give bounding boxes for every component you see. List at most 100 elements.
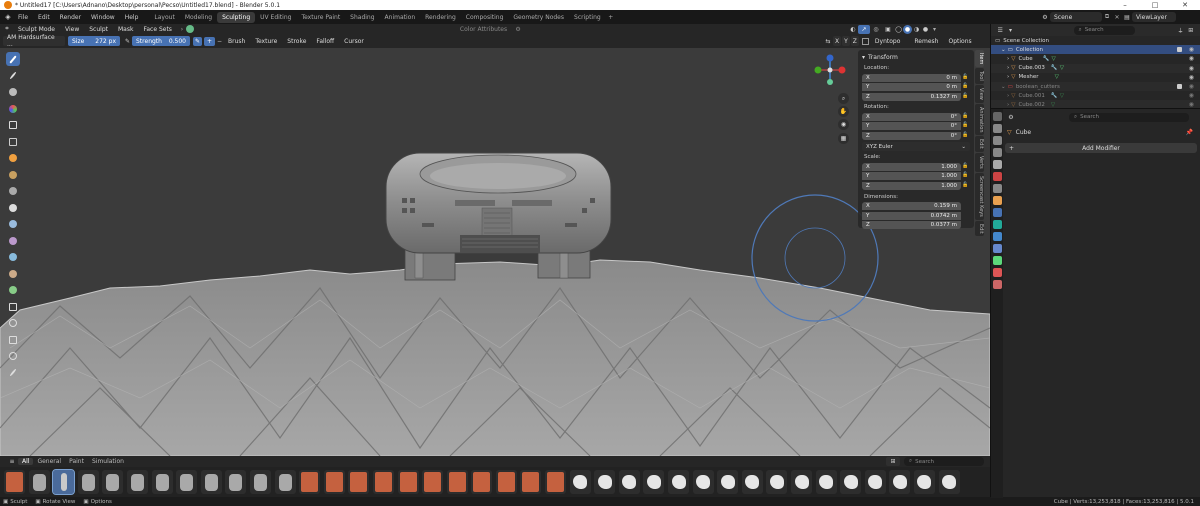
maximize-button[interactable]: □ (1140, 0, 1170, 10)
tab-edit[interactable]: Edit (975, 136, 984, 153)
brush-thumbnail[interactable] (176, 470, 198, 494)
tab-geometry-nodes[interactable]: Geometry Nodes (508, 12, 569, 23)
world-tab-icon[interactable] (992, 172, 1002, 181)
brush-thumbnail[interactable] (717, 470, 739, 494)
location-y-field[interactable]: Y 0 m (862, 83, 961, 92)
lock-icon[interactable]: 🔓 (961, 163, 970, 171)
perspective-toggle-icon[interactable]: ▦ (838, 133, 849, 144)
outliner-item-cube-003[interactable]: › ▽ Cube.003 🔧 ▽ ◉ (991, 63, 1200, 73)
brush-thumbnail[interactable] (840, 470, 862, 494)
lock-icon[interactable]: 🔓 (961, 122, 970, 130)
physics-tab-icon[interactable] (992, 232, 1002, 241)
material-shading-icon[interactable]: ◑ (912, 26, 921, 33)
brush-thumbnail[interactable] (348, 470, 370, 494)
mask-by-color-tool[interactable] (6, 250, 20, 264)
outliner-search-input[interactable]: ⌕ Search (1073, 25, 1136, 35)
location-z-field[interactable]: Z 0.1327 m (862, 92, 961, 101)
tab-screencast-keys[interactable]: Screencast Keys (975, 172, 984, 220)
brush-thumbnail[interactable] (446, 470, 468, 494)
tab-item[interactable]: Item (975, 50, 984, 68)
outliner-item-cube-001[interactable]: › ▽ Cube.001 🔧 ▽ ◉ (991, 91, 1200, 100)
brush-thumbnail[interactable] (815, 470, 837, 494)
brush-thumbnail[interactable] (151, 470, 173, 494)
lock-icon[interactable]: 🔓 (961, 132, 970, 140)
asset-search-input[interactable]: ⌕ Search (904, 457, 984, 466)
menu-help[interactable]: Help (120, 14, 144, 21)
blender-menu-icon[interactable]: ◈ (3, 13, 13, 21)
strength-field[interactable]: Strength 0.500 (132, 36, 190, 46)
brush-thumbnail[interactable] (397, 470, 419, 494)
cloth-filter-tool[interactable] (6, 201, 20, 215)
stroke-dropdown[interactable]: Stroke (283, 38, 310, 45)
brush-thumbnail[interactable] (741, 470, 763, 494)
new-collection-icon[interactable]: ⊞ (1186, 27, 1196, 34)
shelf-tab-all[interactable]: All (18, 458, 34, 465)
brush-thumbnail[interactable] (545, 470, 567, 494)
pin-icon[interactable]: 📌 (1186, 129, 1193, 136)
dimensions-y-field[interactable]: Y 0.0742 m (862, 211, 961, 220)
colorize-icon[interactable] (185, 25, 194, 33)
axis-z-toggle[interactable]: Z (850, 36, 859, 46)
brush-thumbnail[interactable] (249, 470, 271, 494)
menu-icon[interactable]: ≡ (6, 458, 18, 465)
symmetry-icon[interactable]: ⇆ (823, 38, 833, 45)
eye-icon[interactable]: ◉ (1189, 92, 1194, 99)
solid-shading-icon[interactable]: ● (903, 24, 912, 34)
brush-thumbnail[interactable] (938, 470, 960, 494)
edit-face-set-tool[interactable] (6, 234, 20, 248)
editor-type-icon[interactable]: ⚙ (1005, 114, 1017, 121)
pressure-strength-icon[interactable]: ✎ (193, 36, 202, 46)
lock-icon[interactable]: 🔓 (961, 93, 970, 101)
brush-thumbnail[interactable] (422, 470, 444, 494)
close-button[interactable]: ✕ (1170, 0, 1200, 10)
paint-tool[interactable] (6, 69, 20, 83)
pressure-size-icon[interactable]: ✎ (123, 38, 132, 45)
brush-thumbnail[interactable] (102, 470, 124, 494)
lock-icon[interactable]: 🔓 (961, 74, 970, 82)
filter-icon[interactable]: ⏚ (1175, 26, 1185, 35)
brush-thumbnail[interactable] (471, 470, 493, 494)
brush-thumbnail[interactable] (323, 470, 345, 494)
brush-thumbnail[interactable] (643, 470, 665, 494)
lock-icon[interactable]: 🔓 (961, 182, 970, 190)
editor-type-icon[interactable]: ☰ (995, 27, 1005, 34)
mask-tool[interactable] (6, 85, 20, 99)
options-dropdown[interactable]: Options (944, 38, 975, 45)
shelf-tab-simulation[interactable]: Simulation (88, 458, 128, 465)
color-filter-tool[interactable] (6, 217, 20, 231)
brush-thumbnail[interactable] (668, 470, 690, 494)
eye-icon[interactable]: ◉ (1189, 55, 1194, 62)
brush-thumbnail[interactable] (864, 470, 886, 494)
rotation-z-field[interactable]: Z 0° (862, 131, 961, 140)
scene-collection-row[interactable]: ▭ Scene Collection (991, 36, 1200, 45)
tab-shading[interactable]: Shading (345, 12, 379, 23)
brush-thumbnail[interactable] (77, 470, 99, 494)
color-attributes-dropdown[interactable]: Color Attributes (456, 26, 511, 33)
brush-thumbnail[interactable] (372, 470, 394, 494)
transform-tool[interactable] (6, 349, 20, 363)
viewport-3d[interactable]: ⌕ ✋ ◉ ▦ (0, 48, 990, 456)
size-field[interactable]: Size 272 px (68, 36, 120, 46)
add-modifier-button[interactable]: + Add Modifier (1005, 143, 1197, 153)
tab-verts[interactable]: Verts (975, 153, 984, 172)
add-workspace-icon[interactable]: + (606, 14, 616, 21)
checkbox-icon[interactable] (1177, 84, 1182, 90)
brush-thumbnail[interactable] (52, 469, 76, 495)
editor-type-icon[interactable]: ⌗ (0, 25, 14, 33)
location-x-field[interactable]: X 0 m (862, 73, 961, 82)
scale-z-field[interactable]: Z 1.000 (862, 182, 961, 191)
menu-face-sets[interactable]: Face Sets (139, 26, 175, 33)
material-tab-icon[interactable] (992, 268, 1002, 277)
collapse-icon[interactable]: ▾ (862, 54, 865, 61)
xray-toggle-icon[interactable]: ▣ (882, 26, 894, 33)
copy-scene-icon[interactable]: ⧉ (1102, 12, 1112, 22)
brush-thumbnail[interactable] (791, 470, 812, 494)
tab-uv-editing[interactable]: UV Editing (255, 12, 296, 23)
move-tool[interactable] (6, 300, 20, 314)
properties-search-input[interactable]: ⌕ Search (1069, 112, 1189, 122)
line-project-tool[interactable] (6, 168, 20, 182)
tab-sculpting[interactable]: Sculpting (217, 11, 256, 23)
trim-tool[interactable] (6, 151, 20, 165)
face-set-tool[interactable] (6, 102, 20, 116)
brush-thumbnail[interactable] (569, 470, 591, 494)
